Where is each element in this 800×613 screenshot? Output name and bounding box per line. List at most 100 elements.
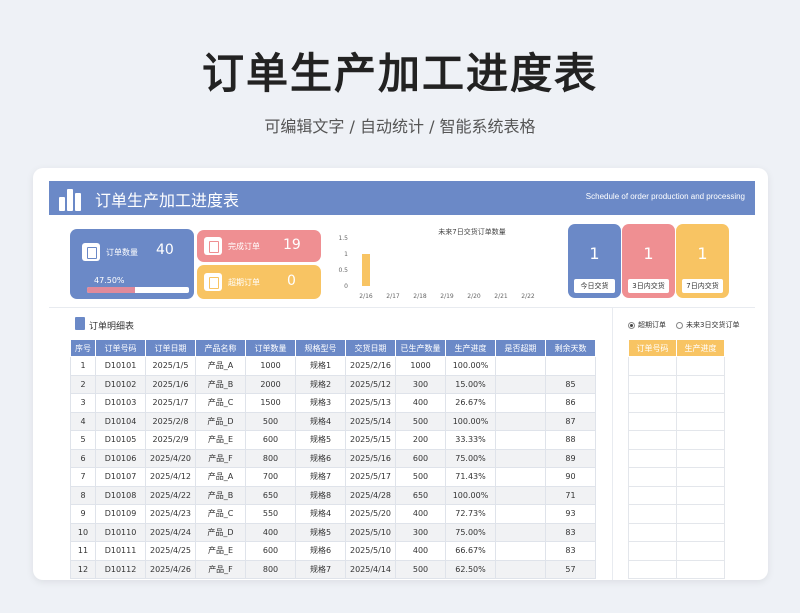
table-cell: 2025/4/23 bbox=[145, 504, 196, 524]
table-cell: 规格7 bbox=[295, 559, 346, 579]
table-cell: D10109 bbox=[95, 504, 146, 524]
x-tick-label: 2/20 bbox=[467, 293, 481, 300]
table-cell: 600 bbox=[395, 448, 446, 468]
table-cell: 2025/5/12 bbox=[345, 374, 396, 394]
table-cell: 87 bbox=[545, 411, 596, 431]
document-icon bbox=[82, 243, 100, 261]
day-label: 3日内交货 bbox=[628, 279, 669, 293]
banner-title: 订单生产加工进度表 bbox=[95, 191, 240, 210]
table-cell: 300 bbox=[395, 374, 446, 394]
radio-soon[interactable]: 未来3日交货订单 bbox=[676, 320, 739, 330]
table-cell: D10110 bbox=[95, 522, 146, 542]
table-cell: 3 bbox=[70, 393, 96, 413]
x-tick-label: 2/22 bbox=[521, 293, 535, 300]
table-cell: 2025/4/14 bbox=[345, 559, 396, 579]
table-cell: 产品_C bbox=[195, 504, 246, 524]
table-row bbox=[628, 522, 725, 542]
page-title: 订单生产加工进度表 bbox=[201, 49, 598, 98]
table-cell: 500 bbox=[395, 411, 446, 431]
table-cell: 66.67% bbox=[445, 541, 496, 561]
table-cell: 93 bbox=[545, 504, 596, 524]
table-row bbox=[628, 393, 725, 413]
table-cell bbox=[628, 504, 677, 524]
divider bbox=[612, 307, 613, 580]
table-cell bbox=[545, 356, 596, 376]
x-tick-label: 2/21 bbox=[494, 293, 508, 300]
table-cell bbox=[628, 541, 677, 561]
table-cell: 11 bbox=[70, 541, 96, 561]
table-cell: D10106 bbox=[95, 448, 146, 468]
table-cell: 800 bbox=[245, 448, 296, 468]
progress-fill bbox=[87, 287, 136, 293]
x-tick-label: 2/17 bbox=[386, 293, 400, 300]
radio-overdue[interactable]: 超期订单 bbox=[628, 320, 666, 330]
filtered-orders-table: 订单号码 生产进度 bbox=[628, 339, 725, 579]
table-cell: 83 bbox=[545, 522, 596, 542]
day-value: 1 bbox=[589, 244, 600, 263]
table-row: 7 D10107 2025/4/12 产品_A 700 规格7 2025/5/17 500 71… bbox=[70, 467, 596, 487]
progress-text: 47.50% bbox=[94, 276, 125, 285]
stat-label: 订单数量 bbox=[106, 248, 138, 257]
table-cell: 1000 bbox=[245, 356, 296, 376]
column-header: 订单号码 bbox=[628, 339, 677, 357]
table-cell bbox=[676, 485, 725, 505]
table-cell bbox=[495, 393, 546, 413]
table-cell: 2025/5/10 bbox=[345, 541, 396, 561]
table-row bbox=[628, 541, 725, 561]
table-cell bbox=[495, 356, 546, 376]
table-cell bbox=[628, 448, 677, 468]
table-cell: D10112 bbox=[95, 559, 146, 579]
table-cell: 650 bbox=[395, 485, 446, 505]
table-cell: 2025/4/25 bbox=[145, 541, 196, 561]
table-row: 1 D10101 2025/1/5 产品_A 1000 规格1 2025/2/16 1000 1… bbox=[70, 356, 596, 376]
column-header: 已生产数量 bbox=[395, 339, 446, 357]
table-row bbox=[628, 467, 725, 487]
table-cell: D10108 bbox=[95, 485, 146, 505]
column-header: 生产进度 bbox=[676, 339, 725, 357]
table-cell: D10111 bbox=[95, 541, 146, 561]
table-cell: 产品_B bbox=[195, 485, 246, 505]
table-cell bbox=[495, 541, 546, 561]
table-cell: 产品_E bbox=[195, 541, 246, 561]
banner-subtitle: Schedule of order production and process… bbox=[585, 192, 745, 201]
radio-unselected-icon bbox=[676, 321, 683, 329]
table-cell: 规格4 bbox=[295, 411, 346, 431]
table-cell: D10103 bbox=[95, 393, 146, 413]
table-row: 6 D10106 2025/4/20 产品_F 800 规格6 2025/5/16 600 75… bbox=[70, 448, 596, 468]
table-cell: 1500 bbox=[245, 393, 296, 413]
table-cell: 2025/4/24 bbox=[145, 522, 196, 542]
table-cell: D10101 bbox=[95, 356, 146, 376]
table-cell: 600 bbox=[245, 541, 296, 561]
day-label: 7日内交货 bbox=[682, 279, 723, 293]
radio-selected-icon bbox=[628, 321, 635, 329]
table-row bbox=[628, 411, 725, 431]
divider bbox=[49, 307, 755, 308]
table-cell: 90 bbox=[545, 467, 596, 487]
stat-label: 完成订单 bbox=[228, 242, 260, 251]
table-cell bbox=[628, 485, 677, 505]
table-cell: 86 bbox=[545, 393, 596, 413]
table-cell: 9 bbox=[70, 504, 96, 524]
table-cell: 产品_E bbox=[195, 430, 246, 450]
table-row: 2 D10102 2025/1/6 产品_B 2000 规格2 2025/5/12 300 15… bbox=[70, 374, 596, 394]
table-cell bbox=[628, 356, 677, 376]
stat-overdue: 超期订单 0 bbox=[197, 265, 321, 299]
table-cell: 规格3 bbox=[295, 393, 346, 413]
table-cell: 500 bbox=[245, 411, 296, 431]
table-cell: 1000 bbox=[395, 356, 446, 376]
table-cell: 650 bbox=[245, 485, 296, 505]
table-row: 8 D10108 2025/4/22 产品_B 650 规格8 2025/4/28 650 10… bbox=[70, 485, 596, 505]
table-cell bbox=[495, 485, 546, 505]
table-cell: 2025/2/8 bbox=[145, 411, 196, 431]
table-row bbox=[628, 485, 725, 505]
table-cell bbox=[495, 448, 546, 468]
column-header: 剩余天数 bbox=[545, 339, 596, 357]
order-detail-table: 序号 订单号码 订单日期 产品名称 订单数量 规格型号 交货日期 已生产数量 生产进度 是否超期剩… bbox=[70, 339, 596, 579]
table-cell: 规格1 bbox=[295, 356, 346, 376]
table-row: 4 D10104 2025/2/8 产品_D 500 规格4 2025/5/14 500 100… bbox=[70, 411, 596, 431]
table-cell: 产品_A bbox=[195, 356, 246, 376]
table-cell bbox=[676, 559, 725, 579]
dashboard-card: 订单生产加工进度表 Schedule of order production a… bbox=[33, 168, 768, 580]
day-value: 1 bbox=[697, 244, 708, 263]
table-row bbox=[628, 374, 725, 394]
